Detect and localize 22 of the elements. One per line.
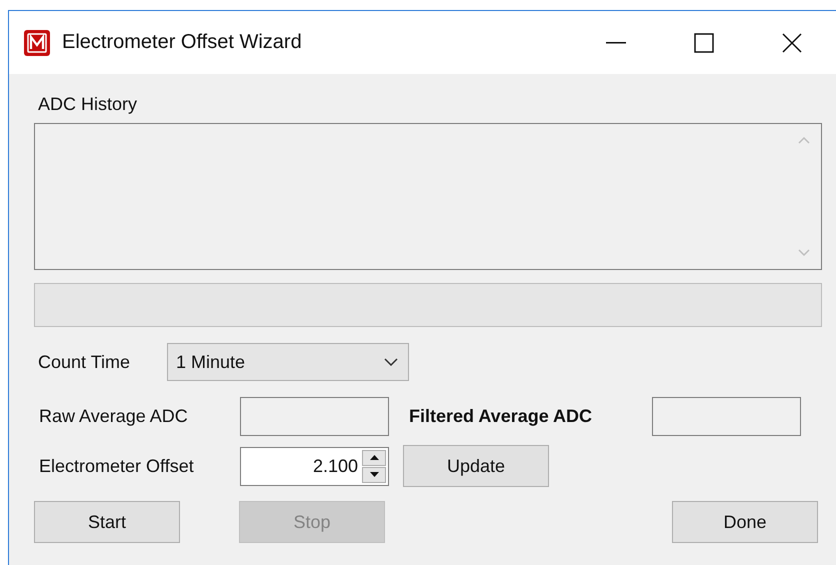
close-icon bbox=[782, 32, 802, 52]
done-button[interactable]: Done bbox=[672, 501, 818, 543]
spin-up-button[interactable] bbox=[362, 450, 386, 466]
count-time-label: Count Time bbox=[38, 352, 130, 372]
maximize-icon bbox=[694, 32, 714, 52]
raw-average-field[interactable] bbox=[240, 396, 389, 436]
triangle-down-icon bbox=[370, 472, 378, 477]
minimize-icon bbox=[606, 42, 626, 44]
offset-spinner[interactable]: 2.100 bbox=[240, 446, 389, 486]
window-title: Electrometer Offset Wizard bbox=[62, 31, 303, 54]
filtered-average-field[interactable] bbox=[652, 396, 801, 436]
triangle-up-icon bbox=[370, 455, 378, 460]
adc-history-label: ADC History bbox=[38, 94, 138, 115]
start-button[interactable]: Start bbox=[34, 501, 180, 543]
app-icon bbox=[24, 30, 50, 56]
count-time-dropdown[interactable]: 1 Minute bbox=[167, 343, 409, 381]
chevron-down-icon bbox=[384, 358, 398, 366]
electrometer-offset-label: Electrometer Offset bbox=[39, 456, 194, 476]
filtered-average-label: Filtered Average ADC bbox=[409, 406, 592, 426]
raw-average-label: Raw Average ADC bbox=[39, 406, 188, 426]
spin-down-button[interactable] bbox=[362, 466, 386, 482]
update-button[interactable]: Update bbox=[403, 445, 549, 487]
